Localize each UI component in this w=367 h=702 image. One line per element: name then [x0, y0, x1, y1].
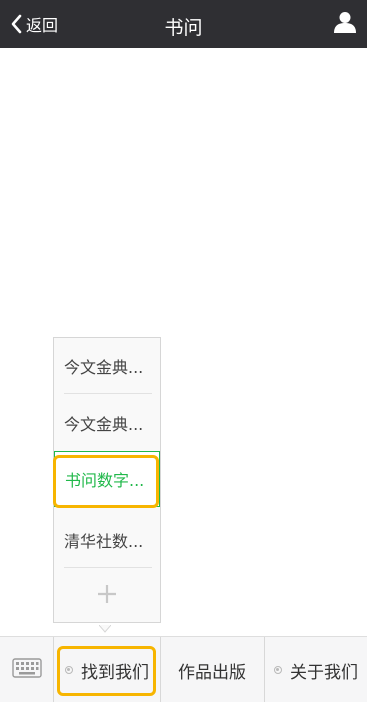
submenu-item-label: 今文金典... [64, 415, 144, 434]
menu-item-about-us[interactable]: 关于我们 [264, 637, 367, 702]
dot-icon [65, 666, 73, 674]
menu-item-find-us[interactable]: 找到我们 [55, 637, 159, 702]
submenu-item[interactable]: 清华社数... [64, 512, 152, 568]
submenu-caret [97, 622, 113, 634]
submenu-item[interactable]: 今文金典... [64, 338, 152, 394]
dot-icon [274, 666, 282, 674]
menu-item-label: 找到我们 [81, 662, 149, 683]
menu-item-label: 作品出版 [178, 662, 246, 683]
add-menu-button[interactable] [54, 570, 160, 622]
plus-icon [96, 583, 118, 609]
submenu-item-active[interactable]: 书问数字... [54, 451, 160, 507]
keyboard-icon [11, 658, 42, 682]
page-title: 书问 [164, 17, 203, 39]
keyboard-toggle-button[interactable] [0, 637, 54, 702]
submenu-item-label: 今文金典... [64, 357, 144, 377]
top-bar: 返回 书问 [0, 0, 367, 48]
submenu-item[interactable]: 今文金典... [64, 395, 152, 451]
app: 返回 书问 今文金典... 今文金典... 书问数字... 清华社数... 找到… [0, 0, 367, 702]
menu-item-label: 关于我们 [290, 662, 358, 683]
bottom-menu-bar: 找到我们 作品出版 关于我们 [0, 636, 367, 702]
submenu-item-label: 清华社数... [64, 531, 144, 551]
submenu-item-label: 书问数字... [65, 471, 145, 490]
submenu-popup: 今文金典... 今文金典... 书问数字... 清华社数... [53, 337, 161, 623]
menu-item-publications[interactable]: 作品出版 [160, 637, 263, 702]
user-icon[interactable] [333, 10, 357, 34]
